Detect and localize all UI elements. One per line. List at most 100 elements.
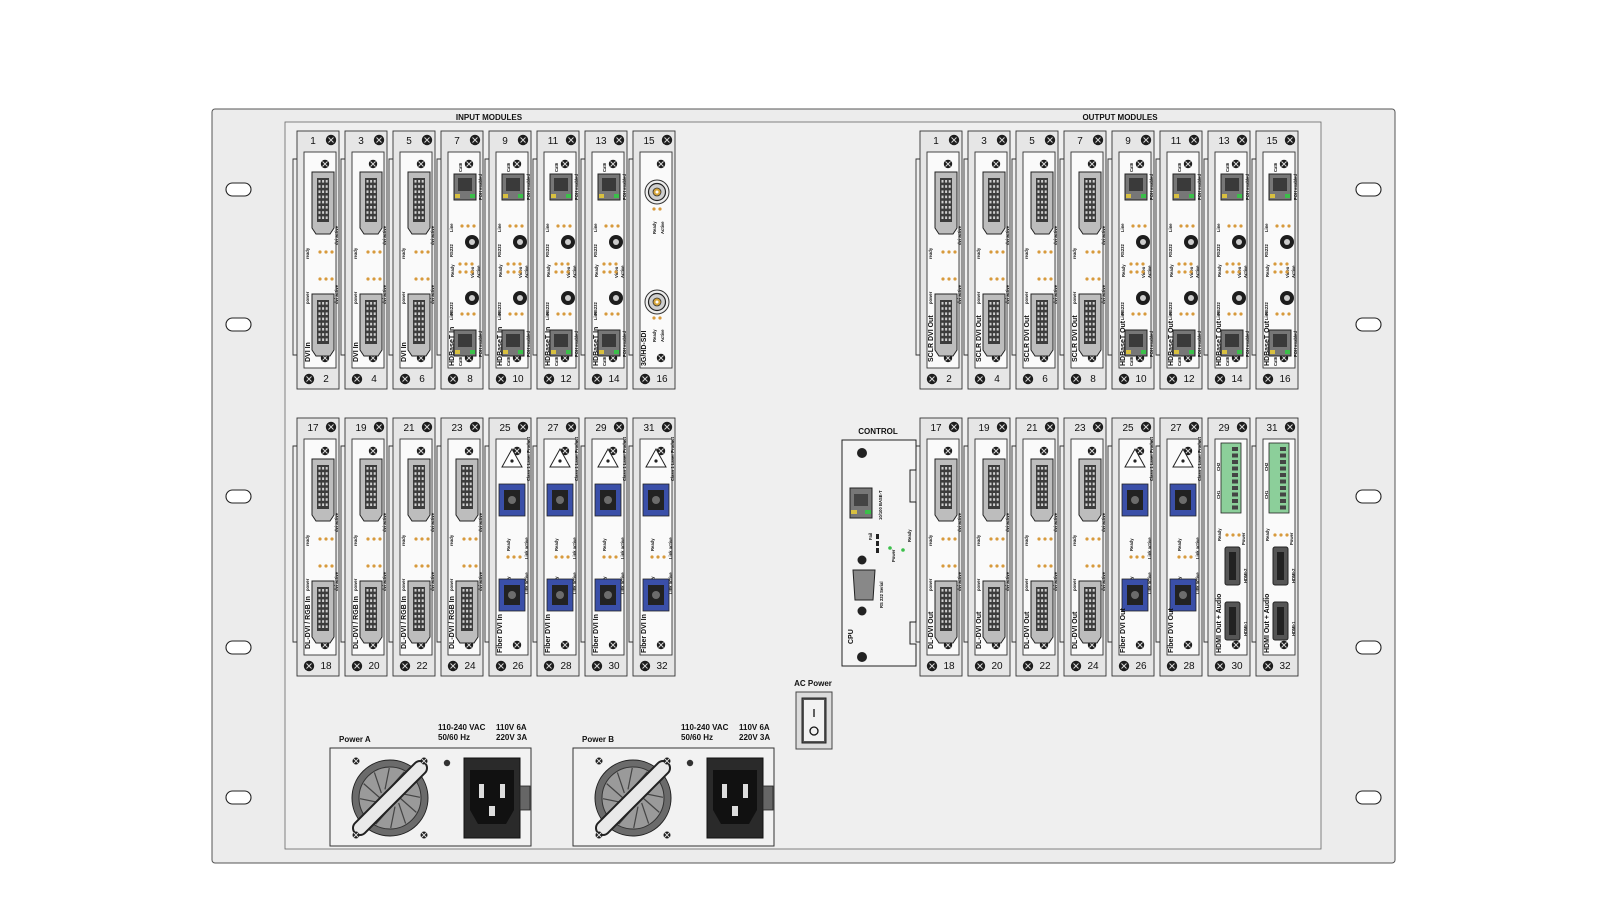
- serial-port[interactable]: [852, 569, 876, 601]
- audio-terminal-block[interactable]: [1268, 442, 1290, 514]
- dvi-connector[interactable]: [311, 458, 335, 522]
- dvi-connector[interactable]: [359, 580, 383, 644]
- status-led: [953, 537, 957, 541]
- iec-power-inlet[interactable]: [463, 757, 531, 839]
- fiber-port[interactable]: [594, 578, 622, 612]
- card-label: DL-DVI Out: [1024, 611, 1031, 649]
- hdmi-port[interactable]: [1272, 546, 1289, 586]
- dvi-connector[interactable]: [407, 293, 431, 357]
- rj45-port[interactable]: [501, 329, 525, 357]
- slot-number: 11: [1171, 136, 1182, 147]
- dvi-connector[interactable]: [359, 171, 383, 235]
- dvi-connector[interactable]: [407, 171, 431, 235]
- fiber-port[interactable]: [594, 483, 622, 517]
- dvi-connector[interactable]: [1078, 580, 1102, 644]
- rj45-port[interactable]: [597, 329, 621, 357]
- rj45-port[interactable]: [1172, 329, 1196, 357]
- rs232-jack[interactable]: [513, 291, 527, 305]
- rs232-jack[interactable]: [1136, 235, 1150, 249]
- dvi-connector[interactable]: [934, 293, 958, 357]
- dvi-connector[interactable]: [311, 580, 335, 644]
- rs232-jack[interactable]: [1184, 291, 1198, 305]
- dvi-connector[interactable]: [934, 458, 958, 522]
- rj45-port[interactable]: [549, 329, 573, 357]
- fiber-port[interactable]: [1121, 483, 1149, 517]
- card-text: power: [976, 578, 981, 591]
- dvi-connector[interactable]: [407, 458, 431, 522]
- rj45-port[interactable]: [453, 329, 477, 357]
- rs232-jack[interactable]: [465, 291, 479, 305]
- hdmi-port[interactable]: [1272, 601, 1289, 641]
- fiber-port[interactable]: [546, 578, 574, 612]
- dip-switch[interactable]: [876, 541, 879, 546]
- dvi-connector[interactable]: [359, 458, 383, 522]
- rj45-port[interactable]: [1268, 329, 1292, 357]
- card-label: SCLR DVI Out: [928, 315, 935, 362]
- iec-power-inlet[interactable]: [706, 757, 774, 839]
- rj45-port[interactable]: [501, 173, 525, 201]
- dvi-connector[interactable]: [982, 580, 1006, 644]
- dvi-connector[interactable]: [1030, 171, 1054, 235]
- rj45-port[interactable]: [1268, 173, 1292, 201]
- dvi-connector[interactable]: [934, 171, 958, 235]
- rj45-port[interactable]: [1220, 329, 1244, 357]
- rs232-jack[interactable]: [609, 291, 623, 305]
- bnc-connector[interactable]: [644, 179, 670, 205]
- rs232-jack[interactable]: [609, 235, 623, 249]
- dvi-connector[interactable]: [934, 580, 958, 644]
- dip-switch[interactable]: [876, 534, 879, 539]
- screw-icon: [1140, 421, 1152, 433]
- rs232-jack[interactable]: [561, 291, 575, 305]
- screw-icon: [368, 446, 378, 456]
- dvi-connector[interactable]: [1030, 293, 1054, 357]
- fiber-port[interactable]: [498, 578, 526, 612]
- dvi-connector[interactable]: [455, 580, 479, 644]
- hdmi-port[interactable]: [1224, 601, 1241, 641]
- dvi-connector[interactable]: [982, 171, 1006, 235]
- dvi-connector[interactable]: [1078, 293, 1102, 357]
- rs232-jack[interactable]: [465, 235, 479, 249]
- rs232-jack[interactable]: [1184, 235, 1198, 249]
- status-led: [614, 555, 618, 559]
- module-card-dvi: 5 6 ready dvi active power dvi active DVI In: [388, 130, 436, 390]
- card-text: HDMI-1: [1243, 621, 1248, 636]
- rs232-jack[interactable]: [1232, 235, 1246, 249]
- dvi-connector[interactable]: [1030, 458, 1054, 522]
- rs232-jack[interactable]: [1280, 291, 1294, 305]
- dvi-connector[interactable]: [311, 293, 335, 357]
- dvi-connector[interactable]: [455, 458, 479, 522]
- rj45-port[interactable]: [1124, 329, 1148, 357]
- slot-number: 24: [1087, 661, 1099, 672]
- fiber-port[interactable]: [1121, 578, 1149, 612]
- dip-switch[interactable]: [876, 548, 879, 553]
- fiber-port[interactable]: [498, 483, 526, 517]
- rs232-jack[interactable]: [1280, 235, 1294, 249]
- rs232-jack[interactable]: [561, 235, 575, 249]
- dvi-connector[interactable]: [1078, 171, 1102, 235]
- dvi-connector[interactable]: [359, 293, 383, 357]
- dvi-connector[interactable]: [407, 580, 431, 644]
- dvi-connector[interactable]: [982, 458, 1006, 522]
- fiber-port[interactable]: [642, 578, 670, 612]
- dvi-connector[interactable]: [1078, 458, 1102, 522]
- fiber-port[interactable]: [1169, 483, 1197, 517]
- rj45-port[interactable]: [1220, 173, 1244, 201]
- rj45-port[interactable]: [1124, 173, 1148, 201]
- fiber-port[interactable]: [546, 483, 574, 517]
- rs232-jack[interactable]: [513, 235, 527, 249]
- dvi-connector[interactable]: [311, 171, 335, 235]
- fiber-port[interactable]: [642, 483, 670, 517]
- rj45-port[interactable]: [549, 173, 573, 201]
- audio-terminal-block[interactable]: [1220, 442, 1242, 514]
- rj45-port[interactable]: [1172, 173, 1196, 201]
- dvi-connector[interactable]: [982, 293, 1006, 357]
- rs232-jack[interactable]: [1232, 291, 1246, 305]
- fiber-port[interactable]: [1169, 578, 1197, 612]
- rs232-jack[interactable]: [1136, 291, 1150, 305]
- rj45-port[interactable]: [453, 173, 477, 201]
- dvi-connector[interactable]: [1030, 580, 1054, 644]
- status-led: [562, 224, 566, 228]
- bnc-connector[interactable]: [644, 289, 670, 315]
- hdmi-port[interactable]: [1224, 546, 1241, 586]
- rj45-port[interactable]: [597, 173, 621, 201]
